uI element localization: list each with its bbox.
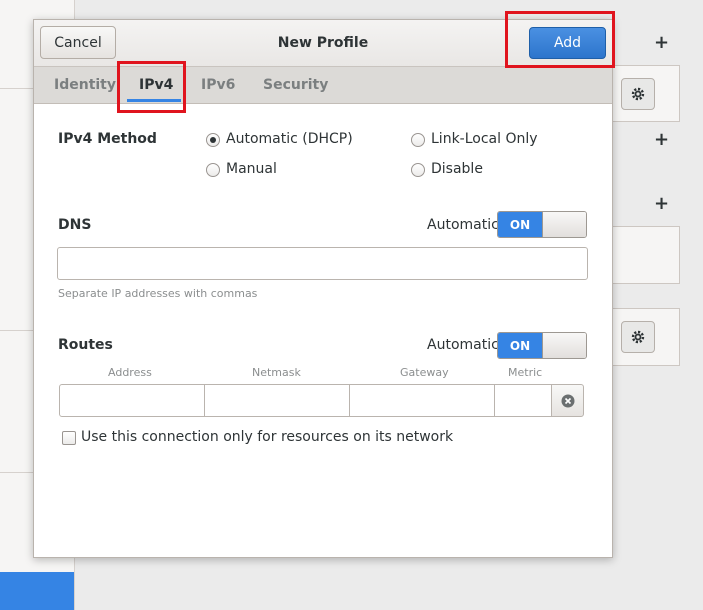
radio-link-local-only-label[interactable]: Link-Local Only	[431, 131, 538, 147]
switch-knob	[542, 212, 586, 237]
gear-icon	[631, 87, 645, 101]
route-metric-input[interactable]	[494, 384, 552, 417]
clear-icon	[561, 394, 574, 407]
routes-column-gateway: Gateway	[400, 366, 449, 379]
gear-button[interactable]	[621, 78, 655, 110]
add-connection-icon[interactable]: +	[654, 129, 669, 150]
route-gateway-input[interactable]	[349, 384, 495, 417]
switch-on-label: ON	[498, 333, 542, 358]
routes-column-netmask: Netmask	[252, 366, 301, 379]
only-local-resources-label[interactable]: Use this connection only for resources o…	[81, 429, 453, 445]
dns-automatic-switch[interactable]: ON	[497, 211, 587, 238]
radio-automatic-dhcp[interactable]	[206, 133, 220, 147]
tab-ipv6[interactable]: IPv6	[201, 67, 235, 103]
route-delete-button[interactable]	[551, 384, 584, 417]
add-button[interactable]: Add	[529, 27, 606, 59]
gear-button[interactable]	[621, 321, 655, 353]
tab-ipv4[interactable]: IPv4	[139, 67, 173, 103]
radio-disable[interactable]	[411, 163, 425, 177]
routes-column-address: Address	[108, 366, 152, 379]
switch-knob	[542, 333, 586, 358]
dialog-header: New Profile Cancel Add	[34, 20, 612, 67]
sidebar-selected-item[interactable]	[0, 572, 74, 610]
tab-bar: Identity IPv4 IPv6 Security	[34, 67, 612, 104]
dns-input[interactable]	[57, 247, 588, 280]
cancel-button[interactable]: Cancel	[40, 26, 116, 59]
add-connection-icon[interactable]: +	[654, 193, 669, 214]
routes-automatic-label: Automatic	[427, 337, 499, 353]
new-profile-dialog: New Profile Cancel Add Identity IPv4 IPv…	[33, 19, 613, 558]
switch-on-label: ON	[498, 212, 542, 237]
tab-security[interactable]: Security	[263, 67, 328, 103]
tab-identity[interactable]: Identity	[54, 67, 116, 103]
route-netmask-input[interactable]	[204, 384, 350, 417]
active-tab-indicator	[127, 99, 181, 102]
radio-disable-label[interactable]: Disable	[431, 161, 483, 177]
ipv4-method-label: IPv4 Method	[58, 131, 157, 147]
radio-manual-label[interactable]: Manual	[226, 161, 277, 177]
radio-link-local-only[interactable]	[411, 133, 425, 147]
dns-label: DNS	[58, 217, 92, 233]
dns-hint: Separate IP addresses with commas	[58, 287, 258, 300]
gear-icon	[631, 330, 645, 344]
add-connection-icon[interactable]: +	[654, 32, 669, 53]
dialog-title: New Profile	[277, 35, 369, 51]
routes-automatic-switch[interactable]: ON	[497, 332, 587, 359]
radio-manual[interactable]	[206, 163, 220, 177]
routes-column-metric: Metric	[508, 366, 543, 379]
dns-automatic-label: Automatic	[427, 217, 499, 233]
route-address-input[interactable]	[59, 384, 205, 417]
only-local-resources-checkbox[interactable]	[62, 431, 76, 445]
radio-automatic-dhcp-label[interactable]: Automatic (DHCP)	[226, 131, 353, 147]
routes-label: Routes	[58, 337, 113, 353]
background-panel	[612, 226, 680, 284]
